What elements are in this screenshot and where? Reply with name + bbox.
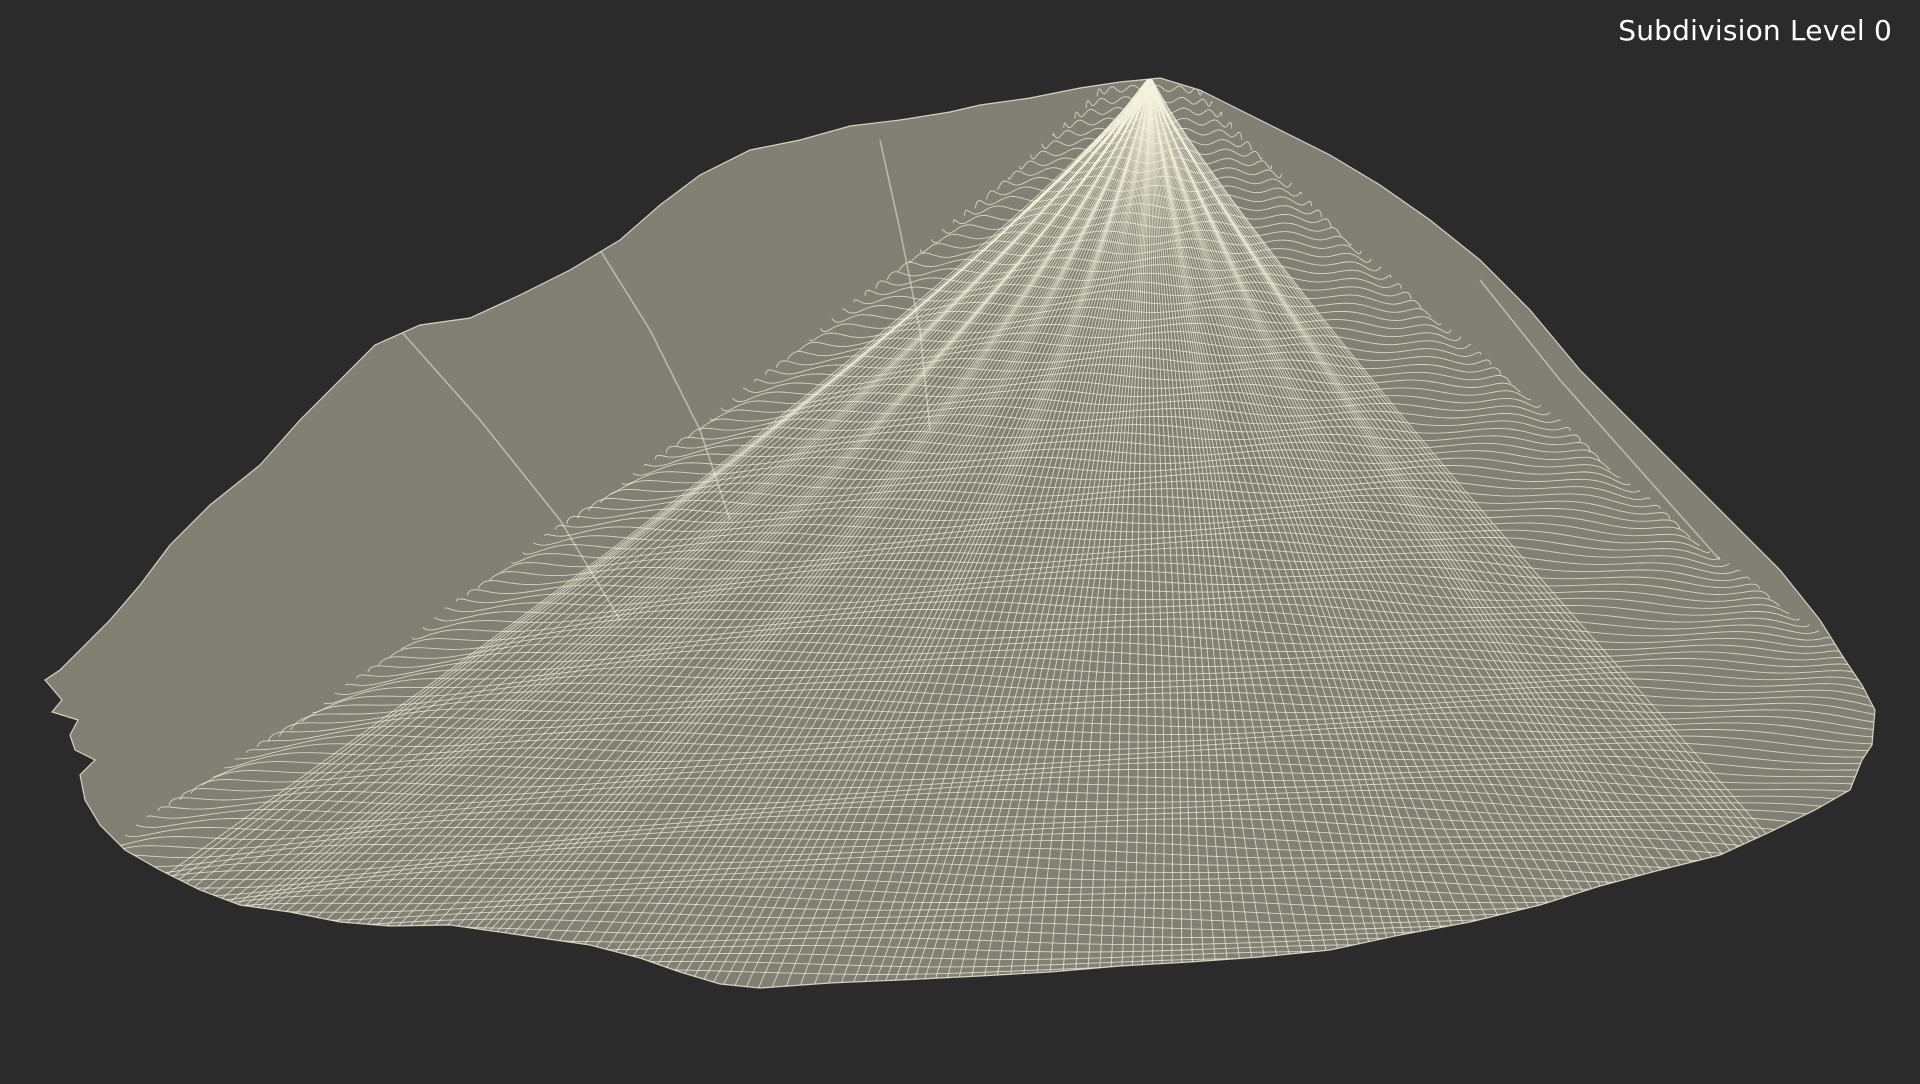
subdivision-level-label: Subdivision Level 0 bbox=[1618, 14, 1892, 47]
wireframe-mound-model bbox=[0, 0, 1920, 1080]
3d-viewport[interactable]: Subdivision Level 0 bbox=[0, 0, 1920, 1080]
